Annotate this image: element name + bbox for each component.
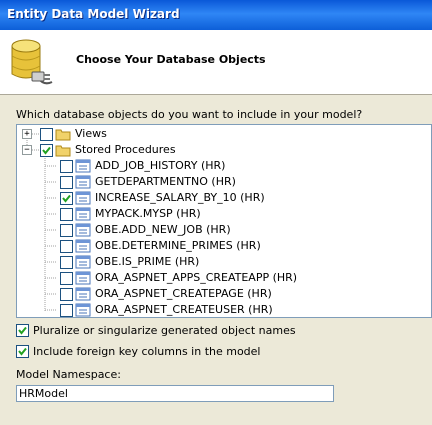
views-expander[interactable]: + — [22, 129, 32, 139]
stored-procedure-icon — [75, 239, 91, 253]
procedure-checkbox[interactable] — [60, 176, 73, 189]
model-namespace-label: Model Namespace: — [16, 368, 121, 381]
stored-procedure-icon — [75, 303, 91, 317]
selection-prompt: Which database objects do you want to in… — [16, 108, 363, 121]
procedure-label: MYPACK.MYSP (HR) — [95, 207, 201, 220]
stored-procedure-icon — [75, 159, 91, 173]
stored-procedure-icon — [75, 223, 91, 237]
tree-node-views[interactable]: Views — [75, 127, 107, 140]
procedure-checkbox[interactable] — [60, 208, 73, 221]
folder-icon — [55, 129, 71, 141]
foreign-keys-label[interactable]: Include foreign key columns in the model — [33, 345, 261, 358]
foreign-keys-checkbox[interactable] — [16, 345, 29, 358]
procedure-label: GETDEPARTMENTNO (HR) — [95, 175, 236, 188]
stored-procedure-icon — [75, 207, 91, 221]
check-mark-icon — [18, 347, 27, 356]
procedure-checkbox[interactable] — [60, 304, 73, 317]
procedure-checkbox[interactable] — [60, 272, 73, 285]
stored-procedure-icon — [75, 271, 91, 285]
database-objects-tree[interactable]: + Views − Stored Procedures ADD_JOB_HIST… — [16, 124, 432, 318]
title-bar: Entity Data Model Wizard — [0, 0, 432, 30]
procedure-checkbox[interactable] — [60, 288, 73, 301]
procedure-label: ORA_ASPNET_CREATEUSER (HR) — [95, 303, 273, 316]
stored-procedure-icon — [75, 175, 91, 189]
views-checkbox[interactable] — [40, 128, 53, 141]
tree-node-stored-procedures[interactable]: Stored Procedures — [75, 143, 176, 156]
stored-procedure-icon — [75, 255, 91, 269]
procedure-checkbox[interactable] — [60, 160, 73, 173]
stored-procedure-icon — [75, 191, 91, 205]
procedure-label: OBE.IS_PRIME (HR) — [95, 255, 200, 268]
model-namespace-input[interactable] — [16, 385, 334, 402]
procedure-checkbox[interactable] — [60, 240, 73, 253]
database-connection-icon — [11, 39, 53, 85]
procedure-label: ORA_ASPNET_CREATEPAGE (HR) — [95, 287, 272, 300]
check-mark-icon — [62, 194, 71, 203]
window-title: Entity Data Model Wizard — [7, 7, 180, 21]
folder-icon — [55, 145, 71, 157]
procedure-label: ORA_ASPNET_APPS_CREATEAPP (HR) — [95, 271, 298, 284]
check-mark-icon — [18, 326, 27, 335]
stored-procedures-expander[interactable]: − — [22, 145, 32, 155]
stored-procedures-checkbox[interactable] — [40, 144, 53, 157]
stored-procedure-icon — [75, 287, 91, 301]
procedure-checkbox[interactable] — [60, 224, 73, 237]
procedure-label: ADD_JOB_HISTORY (HR) — [95, 159, 226, 172]
procedure-label: OBE.DETERMINE_PRIMES (HR) — [95, 239, 261, 252]
pluralize-label[interactable]: Pluralize or singularize generated objec… — [33, 324, 296, 337]
pluralize-checkbox[interactable] — [16, 324, 29, 337]
procedure-checkbox[interactable] — [60, 256, 73, 269]
procedure-label: INCREASE_SALARY_BY_10 (HR) — [95, 191, 265, 204]
procedure-checkbox[interactable] — [60, 192, 73, 205]
page-title: Choose Your Database Objects — [76, 53, 266, 66]
wizard-header: Choose Your Database Objects — [0, 30, 432, 95]
check-mark-icon — [42, 146, 51, 155]
procedure-label: OBE.ADD_NEW_JOB (HR) — [95, 223, 231, 236]
